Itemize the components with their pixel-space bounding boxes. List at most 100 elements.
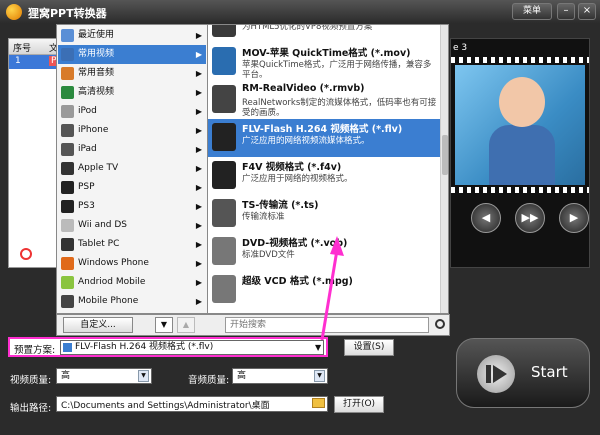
sidebar-item-label: Tablet PC <box>78 239 120 249</box>
sidebar-item-andriod-mobile[interactable]: Andriod Mobile ▶ <box>58 273 206 292</box>
audio-quality-label: 音频质量: <box>188 375 230 386</box>
previous-button[interactable]: ◀ <box>471 203 501 233</box>
winphone-icon <box>61 257 74 270</box>
sidebar-item-label: Andriod Mobile <box>78 277 146 287</box>
remove-label[interactable]: 移 <box>44 248 54 263</box>
ps3-icon <box>61 200 74 213</box>
chevron-right-icon: ▶ <box>195 240 202 249</box>
output-path-input[interactable] <box>56 396 328 412</box>
sidebar-item-apple-tv[interactable]: Apple TV ▶ <box>58 159 206 178</box>
list-item[interactable]: DVD-视频格式 (*.vob) 标准DVD文件 <box>208 233 440 271</box>
chevron-right-icon: ▶ <box>195 69 202 78</box>
row-number: 1 <box>15 56 21 66</box>
app-logo-icon <box>6 4 22 20</box>
minimize-button[interactable]: – <box>557 3 575 20</box>
sidebar-item-mobile-phone[interactable]: Mobile Phone ▶ <box>58 292 206 311</box>
chevron-right-icon: ▶ <box>195 31 202 40</box>
submenu-scrollbar[interactable] <box>440 25 448 313</box>
start-button[interactable]: Start <box>456 338 590 408</box>
sidebar-item-label: 最近使用 <box>78 30 115 40</box>
photo-body <box>489 125 555 185</box>
chevron-down-icon[interactable]: ▼ <box>314 370 325 382</box>
sidebar-item-wii-and-ds[interactable]: Wii and DS ▶ <box>58 216 206 235</box>
music-icon <box>61 67 74 80</box>
list-item[interactable]: FLV-Flash H.264 视频格式 (*.flv) 广泛应用的网络视频流媒体… <box>208 119 440 157</box>
flv-icon <box>212 123 236 151</box>
menu-button[interactable]: 菜单 <box>512 3 552 20</box>
chevron-right-icon: ▶ <box>195 221 202 230</box>
chevron-right-icon: ▶ <box>195 145 202 154</box>
audio-quality-select[interactable]: 高 ▼ <box>232 368 328 384</box>
close-button[interactable]: × <box>578 3 596 20</box>
sidebar-item-windows-phone[interactable]: Windows Phone ▶ <box>58 254 206 273</box>
film-strip-bottom <box>451 187 589 193</box>
sidebar-item-ps3[interactable]: PS3 ▶ <box>58 197 206 216</box>
sidebar-item-label: 高清视频 <box>78 87 115 97</box>
webm-icon <box>212 25 236 37</box>
list-item[interactable]: F4V 视频格式 (*.f4v) 广泛应用于网络的视频格式。 <box>208 157 440 195</box>
photo-head <box>499 77 545 127</box>
preset-value: FLV-Flash H.264 视频格式 (*.flv) <box>75 342 214 352</box>
sidebar-item-ipad[interactable]: iPad ▶ <box>58 140 206 159</box>
format-title: TS-传输流 (*.ts) <box>242 200 319 211</box>
psp-icon <box>61 181 74 194</box>
sidebar-item--[interactable]: 常用音频 ▶ <box>58 64 206 83</box>
preset-row: 预置方案: FLV-Flash H.264 视频格式 (*.flv) ▼ <box>8 337 328 357</box>
sidebar-item-iphone[interactable]: iPhone ▶ <box>58 121 206 140</box>
menu-footer: 自定义... ▼ ▲ <box>56 314 450 336</box>
open-folder-button[interactable]: 打开(O) <box>334 396 384 413</box>
sidebar-item-tablet-pc[interactable]: Tablet PC ▶ <box>58 235 206 254</box>
sidebar-item-label: Apple TV <box>78 163 119 173</box>
preset-select[interactable]: FLV-Flash H.264 视频格式 (*.flv) ▼ <box>60 340 324 355</box>
move-down-button[interactable]: ▼ <box>155 317 173 333</box>
format-title: DVD-视频格式 (*.vob) <box>242 238 348 249</box>
film-icon <box>61 48 74 61</box>
chevron-down-icon[interactable]: ▼ <box>315 341 321 354</box>
move-up-button[interactable]: ▲ <box>177 317 195 333</box>
folder-icon[interactable] <box>312 398 325 408</box>
chevron-right-icon: ▶ <box>195 259 202 268</box>
chevron-down-icon[interactable]: ▼ <box>138 370 149 382</box>
video-quality-select[interactable]: 高 ▼ <box>56 368 152 384</box>
custom-button[interactable]: 自定义... <box>63 317 133 333</box>
fast-forward-button[interactable]: ▶▶ <box>515 203 545 233</box>
preset-label: 预置方案: <box>14 345 56 356</box>
settings-button[interactable]: 设置(S) <box>344 339 394 356</box>
list-item[interactable]: TS-传输流 (*.ts) 传输流标准 <box>208 195 440 233</box>
iphone-icon <box>61 124 74 137</box>
sidebar-item-ipod[interactable]: iPod ▶ <box>58 102 206 121</box>
film-strip-top <box>451 57 589 63</box>
column-number-header[interactable]: 序号 <box>13 41 31 54</box>
preview-label: e 3 <box>453 43 468 53</box>
remove-icon[interactable] <box>20 248 32 260</box>
format-description: RealNetworks制定的流媒体格式，低码率也有可接受的画质。 <box>242 98 437 118</box>
list-item[interactable]: RM-RealVideo (*.rmvb) RealNetworks制定的流媒体格… <box>208 81 440 119</box>
sidebar-item-label: iPhone <box>78 125 109 135</box>
hd-icon <box>61 86 74 99</box>
search-input[interactable] <box>225 317 429 333</box>
format-title: MOV-苹果 QuickTime格式 (*.mov) <box>242 48 411 59</box>
sidebar-item-psp[interactable]: PSP ▶ <box>58 178 206 197</box>
category-menu: 最近使用 ▶ 常用视频 ▶ 常用音频 ▶ 高清视频 ▶ iPod ▶ iPhone ▶ iPad ▶ App… <box>56 24 208 314</box>
search-icon[interactable] <box>435 319 445 329</box>
format-description: 广泛应用于网络的视频格式。 <box>242 174 353 184</box>
sidebar-item--[interactable]: 最近使用 ▶ <box>58 26 206 45</box>
format-title: 超级 VCD 格式 (*.mpg) <box>242 276 353 287</box>
sidebar-item-label: Wii and DS <box>78 220 127 230</box>
play-button[interactable]: ▶ <box>559 203 589 233</box>
format-description: 为HTML5优化的VP8视频预置方案 <box>242 24 373 32</box>
flv-icon <box>63 343 72 352</box>
list-item[interactable]: MOV-苹果 QuickTime格式 (*.mov) 苹果QuickTime格式，… <box>208 43 440 81</box>
playback-controls: ◀ ▶▶ ▶ <box>471 199 589 239</box>
sidebar-item-label: Windows Phone <box>78 258 149 268</box>
sidebar-item-label: 常用视频 <box>78 49 115 59</box>
format-title: RM-RealVideo (*.rmvb) <box>242 83 365 94</box>
list-item[interactable]: 超级 VCD 格式 (*.mpg) <box>208 271 440 309</box>
output-path-label: 输出路径: <box>10 403 52 414</box>
list-item[interactable]: VP8视频-HTML5 VP8 视频文件 (*.webm)为HTML5优化的VP… <box>208 24 440 43</box>
video-quality-value: 高 <box>61 371 71 381</box>
chevron-right-icon: ▶ <box>195 183 202 192</box>
sidebar-item--[interactable]: 常用视频 ▶ <box>58 45 206 64</box>
scrollbar-thumb[interactable] <box>442 135 448 175</box>
sidebar-item--[interactable]: 高清视频 ▶ <box>58 83 206 102</box>
